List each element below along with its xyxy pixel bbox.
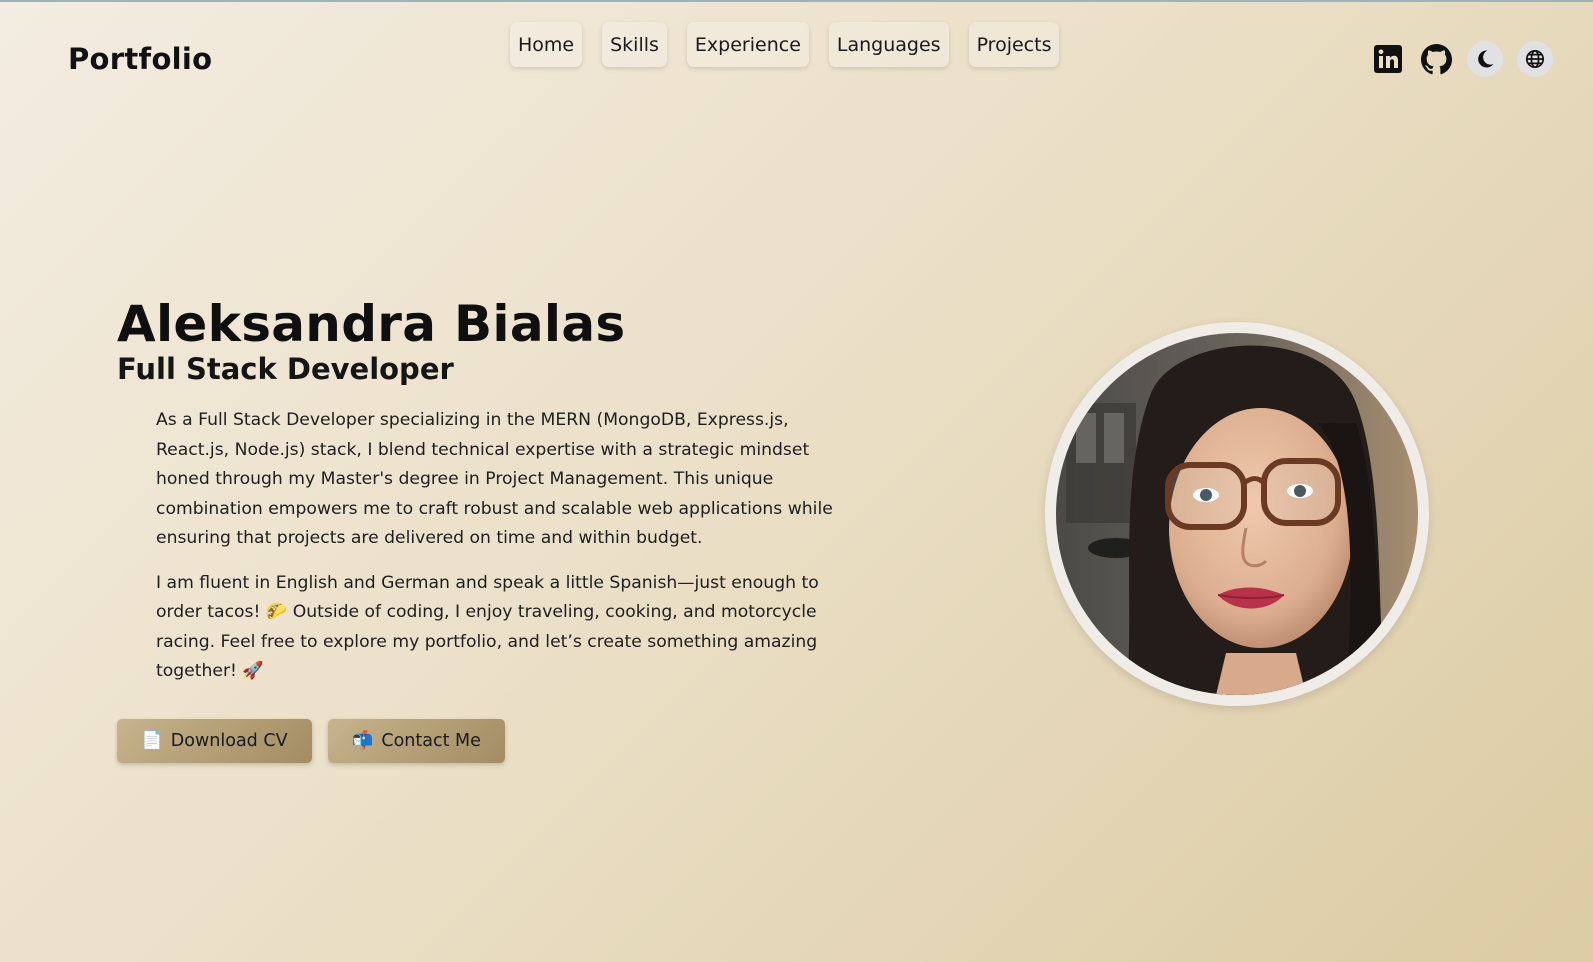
contact-me-label: Contact Me <box>381 730 481 751</box>
nav-skills[interactable]: Skills <box>602 22 667 67</box>
nav-projects[interactable]: Projects <box>968 22 1060 67</box>
nav-home[interactable]: Home <box>510 22 583 67</box>
bio-paragraph-1: As a Full Stack Developer specializing i… <box>156 410 833 548</box>
profile-photo-frame <box>1045 322 1429 706</box>
download-cv-label: Download CV <box>170 730 288 751</box>
logo[interactable]: Portfolio <box>68 42 212 76</box>
document-icon: 📄 <box>141 730 163 751</box>
bio-paragraph-2: I am fluent in English and German and sp… <box>156 572 819 682</box>
github-icon[interactable] <box>1419 42 1453 76</box>
hero-buttons: 📄 Download CV 📬 Contact Me <box>117 718 847 763</box>
hero-name: Aleksandra Bialas <box>117 295 626 353</box>
bio: As a Full Stack Developer specializing i… <box>156 406 846 687</box>
moon-icon[interactable] <box>1467 41 1503 77</box>
download-cv-button[interactable]: 📄 Download CV <box>117 718 312 763</box>
contact-me-button[interactable]: 📬 Contact Me <box>327 718 505 763</box>
nav-languages[interactable]: Languages <box>828 22 949 67</box>
linkedin-icon[interactable] <box>1371 42 1405 76</box>
mailbox-icon: 📬 <box>351 730 374 751</box>
profile-photo <box>1056 333 1418 695</box>
header: Portfolio Home Skills Experience Languag… <box>0 2 1593 112</box>
social-links <box>1371 41 1553 77</box>
nav-experience[interactable]: Experience <box>686 22 809 67</box>
hero-section: Aleksandra Bialas Full Stack Developer A… <box>117 294 847 763</box>
globe-icon[interactable] <box>1517 41 1553 77</box>
hero-role: Full Stack Developer <box>117 352 454 386</box>
main-nav: Home Skills Experience Languages Project… <box>510 22 1060 67</box>
